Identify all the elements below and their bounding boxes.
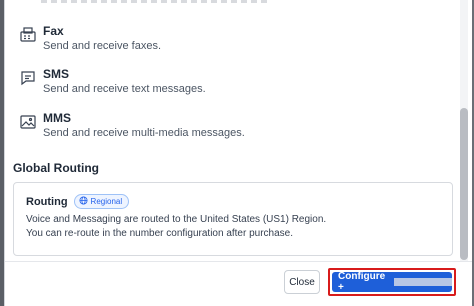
modal-scroll-content[interactable]: Fax Send and receive faxes. SMS Send and… bbox=[5, 0, 472, 262]
scrollbar-thumb[interactable] bbox=[460, 108, 468, 260]
chat-bubble-icon bbox=[19, 69, 37, 87]
channel-sms: SMS Send and receive text messages. bbox=[19, 67, 439, 111]
channel-description: Send and receive multi-media messages. bbox=[43, 127, 245, 139]
globe-icon bbox=[79, 196, 88, 207]
channel-name: Fax bbox=[43, 24, 64, 38]
routing-description: Voice and Messaging are routed to the Un… bbox=[26, 214, 327, 225]
fax-icon bbox=[19, 26, 37, 44]
image-icon bbox=[19, 113, 37, 131]
routing-label: Routing bbox=[26, 195, 68, 208]
routing-card: Routing Regional Voice and Messaging are… bbox=[13, 182, 453, 256]
truncated-row bbox=[41, 0, 271, 3]
channel-name: SMS bbox=[43, 67, 70, 81]
configure-button-highlight: Configure + bbox=[328, 268, 456, 296]
routing-header: Routing Regional bbox=[26, 194, 130, 209]
phone-number-modal: Fax Send and receive faxes. SMS Send and… bbox=[4, 0, 472, 306]
global-routing-title: Global Routing bbox=[13, 161, 99, 175]
channel-mms: MMS Send and receive multi-media message… bbox=[19, 111, 439, 155]
close-button[interactable]: Close bbox=[284, 270, 320, 294]
configure-button[interactable]: Configure + bbox=[332, 271, 452, 293]
configure-label: Configure + bbox=[338, 271, 386, 293]
channel-description: Send and receive faxes. bbox=[43, 40, 162, 52]
channel-description: Send and receive text messages. bbox=[43, 83, 206, 95]
badge-label: Regional bbox=[90, 197, 123, 206]
regional-badge: Regional bbox=[73, 194, 130, 209]
modal-footer: Close Configure + bbox=[5, 261, 472, 306]
routing-reroute-note: You can re-route in the number configura… bbox=[26, 228, 294, 239]
redacted-number bbox=[393, 278, 452, 286]
channel-name: MMS bbox=[43, 111, 71, 125]
channel-fax: Fax Send and receive faxes. bbox=[19, 24, 439, 68]
